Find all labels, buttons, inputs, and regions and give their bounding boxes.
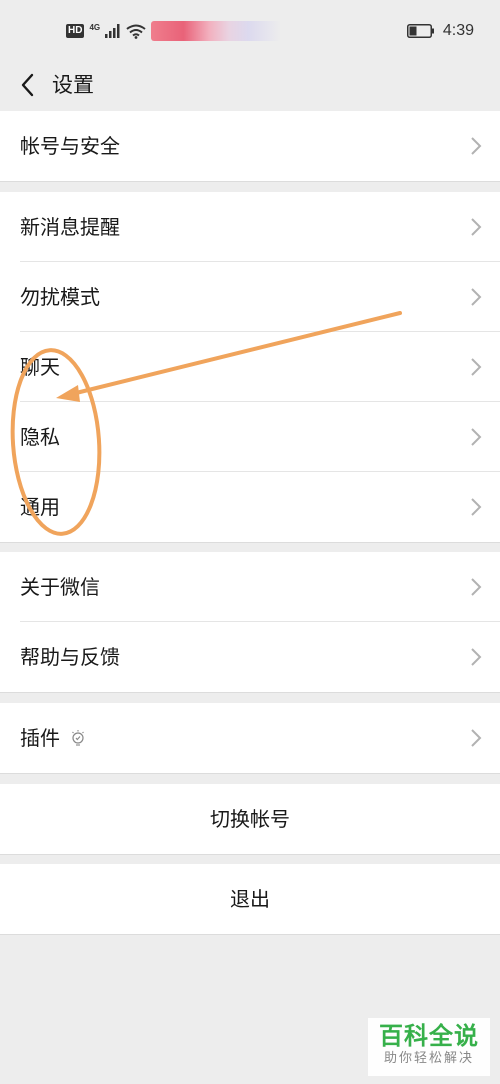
battery-icon xyxy=(406,24,434,38)
status-left: HD 4G xyxy=(66,20,282,42)
chevron-right-icon xyxy=(471,648,482,666)
settings-item-label: 聊天 xyxy=(20,355,60,379)
settings-item-label: 插件 xyxy=(20,726,60,750)
lightbulb-icon xyxy=(72,730,84,746)
settings-item-label: 帮助与反馈 xyxy=(20,645,120,669)
chevron-right-icon xyxy=(471,218,482,236)
chevron-left-icon xyxy=(21,73,34,97)
watermark-title: 百科全说 xyxy=(379,1022,479,1050)
settings-group-plugins: 插件 xyxy=(0,703,500,774)
settings-item-plugins[interactable]: 插件 xyxy=(0,703,500,773)
switch-account-group: 切换帐号 xyxy=(0,784,500,855)
watermark-subtitle: 助你轻松解决 xyxy=(383,1051,474,1066)
settings-item-do-not-disturb[interactable]: 勿扰模式 xyxy=(0,262,500,332)
settings-item-general[interactable]: 通用 xyxy=(0,472,500,542)
settings-item-label: 帐号与安全 xyxy=(20,134,120,158)
nav-bar: 设置 xyxy=(0,60,500,110)
settings-item-label: 通用 xyxy=(20,495,60,519)
wifi-icon xyxy=(126,24,146,39)
chevron-right-icon xyxy=(471,729,482,747)
chevron-right-icon xyxy=(471,428,482,446)
logout-label: 退出 xyxy=(230,887,270,911)
blurred-notifications xyxy=(151,21,282,41)
switch-account-label: 切换帐号 xyxy=(210,807,290,831)
settings-group-main: 新消息提醒 勿扰模式 聊天 隐私 通用 xyxy=(0,192,500,543)
settings-group-account: 帐号与安全 xyxy=(0,111,500,182)
settings-item-chat[interactable]: 聊天 xyxy=(0,332,500,402)
logout-group: 退出 xyxy=(0,864,500,935)
network-type: 4G xyxy=(89,22,101,32)
logout-button[interactable]: 退出 xyxy=(0,864,500,934)
watermark: 百科全说 助你轻松解决 xyxy=(368,1018,490,1076)
clock: 4:39 xyxy=(442,22,474,39)
settings-item-privacy[interactable]: 隐私 xyxy=(0,402,500,472)
signal-icon xyxy=(105,24,120,38)
chevron-right-icon xyxy=(471,358,482,376)
chevron-right-icon xyxy=(471,498,482,516)
status-right: 4:39 xyxy=(406,20,474,42)
settings-item-notifications[interactable]: 新消息提醒 xyxy=(0,192,500,262)
chevron-right-icon xyxy=(471,137,482,155)
chevron-right-icon xyxy=(471,288,482,306)
settings-item-help-feedback[interactable]: 帮助与反馈 xyxy=(0,622,500,692)
hd-icon: HD xyxy=(66,24,85,38)
settings-item-label: 新消息提醒 xyxy=(20,215,120,239)
switch-account-button[interactable]: 切换帐号 xyxy=(0,784,500,854)
settings-item-label: 关于微信 xyxy=(20,575,100,599)
settings-item-label: 隐私 xyxy=(20,425,60,449)
back-button[interactable] xyxy=(12,66,42,104)
status-bar: HD 4G 4:39 xyxy=(0,0,500,60)
settings-item-about-wechat[interactable]: 关于微信 xyxy=(0,552,500,622)
page-title: 设置 xyxy=(52,73,94,97)
settings-item-label: 勿扰模式 xyxy=(20,285,100,309)
settings-group-about: 关于微信 帮助与反馈 xyxy=(0,552,500,693)
settings-item-account-security[interactable]: 帐号与安全 xyxy=(0,111,500,181)
chevron-right-icon xyxy=(471,578,482,596)
